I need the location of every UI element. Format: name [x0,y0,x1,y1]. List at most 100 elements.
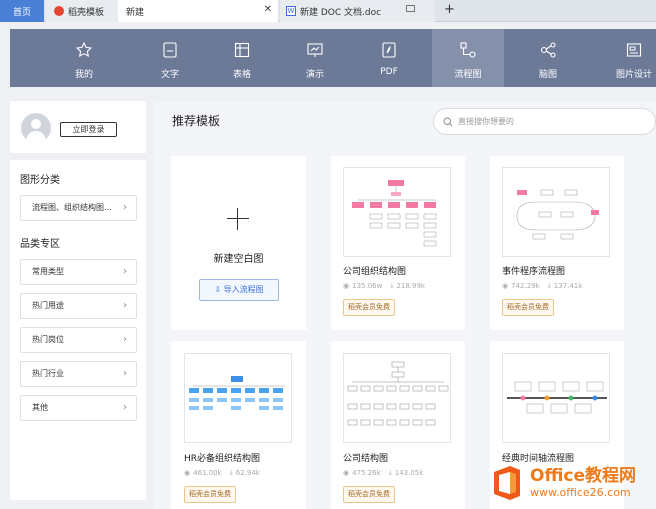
tab-new[interactable]: 新建 ✕ [118,0,278,22]
watermark-line2: www.office26.com [530,485,631,499]
org-chart-preview [352,180,437,247]
template-card[interactable]: 公司结构图 ◉ 475.26k ⤓ 143.05k 稻壳会员免费 [331,341,465,509]
nav-label: 演示 [305,70,324,80]
new-blank-card[interactable]: 新建空白图 ⇩ 导入流程图 [171,156,306,330]
chevron-right-icon: › [123,334,127,345]
sidebar-item-label: 流程图、组织结构图... [32,203,112,212]
event-flow-preview [516,189,599,240]
sidebar-item-popular-use[interactable]: 热门用途 › [20,293,137,319]
sidebar-item-label: 热门用途 [32,301,64,310]
chevron-right-icon: › [123,368,127,379]
member-free-badge: 稻壳会员免费 [343,299,395,316]
office-logo-icon [494,465,520,500]
login-button[interactable]: 立即登录 [60,122,117,137]
template-card[interactable]: 公司组织结构图 ◉ 135.06w ⤓ 218.99k 稻壳会员免费 [331,156,465,330]
sidebar-item-label: 热门行业 [32,369,64,378]
import-icon: ⇩ [214,285,224,294]
flowchart-icon [460,42,476,58]
presentation-icon [307,43,323,57]
template-title: 公司结构图 [343,454,389,464]
daoke-logo-icon [54,6,64,16]
downloads-count: 218.99k [396,281,425,290]
category-nav: 我的 文字 表格 演示 PDF 流程图 脑图 图片设计 [10,29,656,87]
views-count: 461.00k [193,468,222,477]
tab-doc[interactable]: W 新建 DOC 文档.doc [280,0,435,22]
views-count: 742.29k [511,281,540,290]
shape-category-title: 图形分类 [20,175,60,186]
tab-daoke[interactable]: 稻壳模板 [46,0,118,22]
sidebar-item-other[interactable]: 其他 › [20,395,137,421]
nav-item-presentation[interactable]: 演示 [279,29,351,87]
downloads-count: 143.05k [394,468,424,477]
views-count: 475.26k [352,468,381,477]
chevron-right-icon: › [123,300,127,311]
download-icon: ⤓ [229,468,233,476]
image-design-icon [626,43,642,57]
word-doc-icon: W [286,6,296,16]
template-thumbnail [184,353,292,443]
import-flowchart-button[interactable]: ⇩ 导入流程图 [199,279,279,301]
template-thumbnail [343,353,451,443]
nav-label: PDF [380,67,398,77]
search-box[interactable] [433,108,656,135]
tab-new-label: 新建 [126,7,145,18]
template-title: HR必备组织结构图 [184,454,261,464]
tab-daoke-label: 稻壳模板 [68,7,105,18]
company-structure-preview [347,361,449,426]
nav-label: 文字 [160,70,179,80]
sidebar-item-popular-job[interactable]: 热门岗位 › [20,327,137,353]
template-thumbnail [502,353,610,443]
template-card[interactable]: HR必备组织结构图 ◉ 461.00k ⤓ 62.94k 稻壳会员免费 [171,341,306,509]
template-stats: ◉ 135.06w ⤓ 218.99k [343,281,425,290]
pdf-icon [382,42,396,58]
template-title: 公司组织结构图 [343,267,407,277]
monitor-icon[interactable] [406,5,415,12]
nav-item-image-design[interactable]: 图片设计 [598,29,656,87]
sidebar-item-label: 常用类型 [32,267,64,276]
member-free-badge: 稻壳会员免费 [343,486,395,503]
sidebar-item-popular-industry[interactable]: 热门行业 › [20,361,137,387]
eye-icon: ◉ [343,468,350,477]
template-stats: ◉ 475.26k ⤓ 143.05k [343,468,423,477]
close-icon[interactable]: ✕ [264,4,272,15]
watermark-line1: Office教程网 [530,465,637,486]
downloads-count: 62.94k [235,468,260,477]
download-icon: ⤓ [390,281,394,289]
downloads-count: 137.41k [553,281,583,290]
views-count: 135.06w [352,281,383,290]
mindmap-icon [540,42,556,58]
text-doc-icon [163,42,177,58]
template-title: 事件程序流程图 [502,267,566,277]
nav-item-mine[interactable]: 我的 [48,29,120,87]
search-icon [443,117,453,127]
search-input[interactable] [458,114,638,129]
import-label: 导入流程图 [223,285,264,294]
nav-item-mindmap[interactable]: 脑图 [512,29,584,87]
zone-title: 品类专区 [20,239,60,250]
eye-icon: ◉ [343,281,350,290]
avatar[interactable] [21,113,51,143]
template-thumbnail [343,167,451,257]
download-icon: ⤓ [547,281,551,289]
new-tab-plus-icon[interactable]: + [444,2,455,17]
template-card[interactable]: 事件程序流程图 ◉ 742.29k ⤓ 137.41k 稻壳会员免费 [490,156,624,330]
nav-item-text[interactable]: 文字 [134,29,206,87]
sidebar-item-label: 热门岗位 [32,335,64,344]
template-stats: ◉ 461.00k ⤓ 62.94k [184,468,260,477]
chevron-right-icon: › [123,266,127,277]
sidebar-item-common[interactable]: 常用类型 › [20,259,137,285]
nav-label: 脑图 [538,70,557,80]
eye-icon: ◉ [184,468,191,477]
nav-item-flowchart[interactable]: 流程图 [432,29,504,87]
nav-item-sheet[interactable]: 表格 [206,29,278,87]
tab-doc-label: 新建 DOC 文档.doc [300,7,382,18]
watermark: Office教程网 www.office26.com [490,456,656,509]
plus-icon [227,208,249,230]
eye-icon: ◉ [502,281,509,290]
nav-item-pdf[interactable]: PDF [353,29,425,87]
sidebar-item-flowchart-org[interactable]: 流程图、组织结构图... › [20,195,137,221]
member-free-badge: 稻壳会员免费 [502,299,554,316]
tab-home[interactable]: 首页 [0,0,44,22]
table-icon [234,42,250,58]
hr-org-chart-preview [189,376,285,410]
